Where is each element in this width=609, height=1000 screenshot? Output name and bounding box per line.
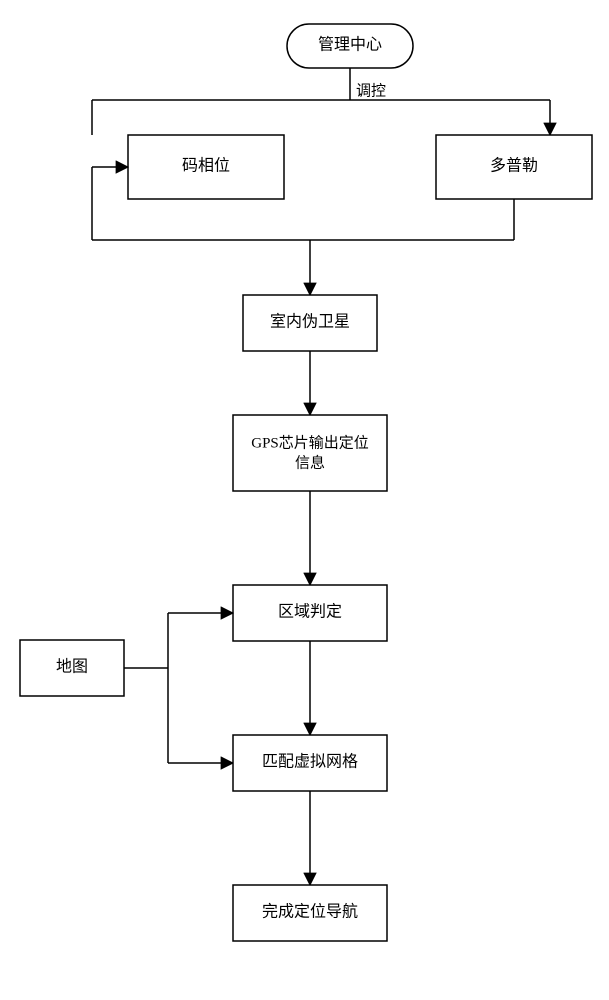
node-match-grid: 匹配虚拟网格 — [233, 735, 387, 791]
label-map: 地图 — [56, 658, 88, 676]
node-code-phase: 码相位 — [128, 135, 284, 199]
node-indoor-pseudolite: 室内伪卫星 — [243, 295, 377, 351]
node-area-decision: 区域判定 — [233, 585, 387, 641]
label-code-phase: 码相位 — [182, 157, 230, 175]
label-management-center: 管理中心 — [318, 36, 382, 54]
edge-label-regulate: 调控 — [356, 82, 386, 99]
flowchart: 管理中心 调控 码相位 多普勒 室内伪卫星 GPS芯片输出定位 信息 区域判定 — [0, 0, 609, 1000]
label-doppler: 多普勒 — [490, 157, 538, 175]
label-indoor-pseudolite: 室内伪卫星 — [270, 313, 350, 331]
node-map: 地图 — [20, 640, 124, 696]
label-gps-output-l1: GPS芯片输出定位 — [251, 434, 369, 451]
label-area-decision: 区域判定 — [278, 603, 342, 621]
node-doppler: 多普勒 — [436, 135, 592, 199]
label-match-grid: 匹配虚拟网格 — [262, 753, 358, 771]
label-complete-nav: 完成定位导航 — [262, 903, 358, 921]
label-gps-output-l2: 信息 — [295, 454, 325, 471]
node-complete-nav: 完成定位导航 — [233, 885, 387, 941]
node-management-center: 管理中心 — [287, 24, 413, 68]
node-gps-output: GPS芯片输出定位 信息 — [233, 415, 387, 491]
